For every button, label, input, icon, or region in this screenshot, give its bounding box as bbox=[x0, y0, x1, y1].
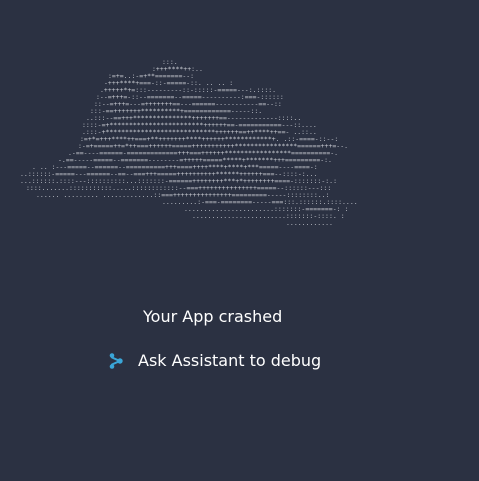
crash-cloud-illustration: :::.:+++****++:..:=+=..:-=+**=======--:-… bbox=[20, 58, 358, 227]
ascii-art-row: ............ bbox=[286, 219, 333, 227]
crash-title: Your App crashed bbox=[143, 307, 283, 326]
ask-assistant-debug-button[interactable]: Ask Assistant to debug bbox=[108, 348, 321, 374]
assistant-spark-icon bbox=[108, 352, 124, 370]
ask-assistant-debug-label: Ask Assistant to debug bbox=[138, 351, 322, 370]
